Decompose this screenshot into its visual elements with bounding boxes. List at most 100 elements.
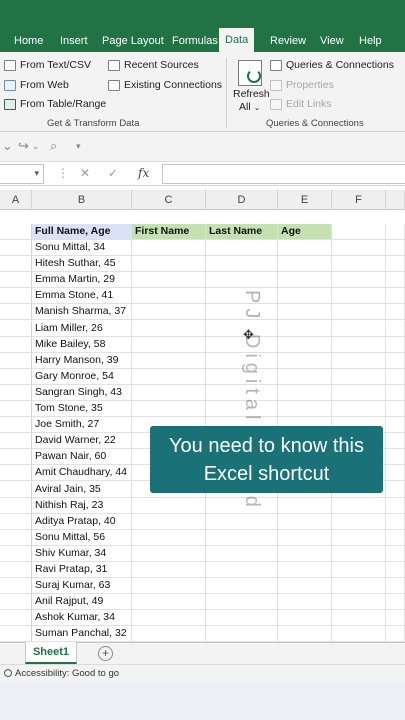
cell[interactable] xyxy=(278,578,332,595)
tab-formulas[interactable]: Formulas xyxy=(172,30,218,52)
cell[interactable] xyxy=(386,562,405,578)
name-age-cell[interactable]: Gary Monroe, 54 xyxy=(32,368,132,385)
cell[interactable] xyxy=(0,578,32,595)
cell[interactable] xyxy=(332,401,386,417)
cell[interactable] xyxy=(332,513,386,530)
cell[interactable] xyxy=(386,578,405,595)
cell[interactable] xyxy=(0,626,32,642)
cell[interactable] xyxy=(278,320,332,337)
tab-review[interactable]: Review xyxy=(270,30,306,52)
cell[interactable] xyxy=(132,497,206,514)
cell[interactable] xyxy=(332,368,386,385)
cell[interactable] xyxy=(132,562,206,578)
cell[interactable] xyxy=(332,240,386,256)
cell[interactable] xyxy=(278,304,332,321)
cell[interactable] xyxy=(386,449,405,466)
name-age-cell[interactable]: Pawan Nair, 60 xyxy=(32,449,132,466)
cell[interactable] xyxy=(332,562,386,578)
cell[interactable] xyxy=(0,497,32,514)
cell[interactable] xyxy=(206,240,278,256)
redo-icon[interactable]: ↪ xyxy=(18,138,29,154)
undo-dropdown-icon[interactable]: ⌄ xyxy=(2,138,13,154)
cell[interactable] xyxy=(206,578,278,595)
header-full-name-age[interactable]: Full Name, Age xyxy=(32,224,132,240)
cell[interactable] xyxy=(332,304,386,321)
cell[interactable] xyxy=(132,529,206,546)
cell[interactable] xyxy=(332,320,386,337)
name-age-cell[interactable]: Harry Manson, 39 xyxy=(32,352,132,369)
cell[interactable] xyxy=(278,529,332,546)
cell[interactable] xyxy=(386,256,405,273)
cell[interactable] xyxy=(386,545,405,562)
cell[interactable] xyxy=(278,384,332,401)
name-age-cell[interactable]: Tom Stone, 35 xyxy=(32,401,132,417)
cell[interactable] xyxy=(0,594,32,611)
cell[interactable] xyxy=(386,304,405,321)
name-age-cell[interactable]: Ravi Pratap, 31 xyxy=(32,562,132,578)
cell[interactable] xyxy=(206,256,278,273)
cell[interactable] xyxy=(132,256,206,273)
cell[interactable] xyxy=(132,513,206,530)
name-age-cell[interactable]: Joe Smith, 27 xyxy=(32,417,132,434)
name-age-cell[interactable]: Suman Panchal, 32 xyxy=(32,626,132,642)
insert-function-icon[interactable]: fx xyxy=(138,166,149,180)
cell[interactable] xyxy=(132,272,206,289)
cell[interactable] xyxy=(332,594,386,611)
cell[interactable] xyxy=(332,256,386,273)
cell[interactable] xyxy=(386,401,405,417)
cell[interactable] xyxy=(332,578,386,595)
name-age-cell[interactable]: Manish Sharma, 37 xyxy=(32,304,132,321)
tab-insert[interactable]: Insert xyxy=(60,30,88,52)
column-header-b[interactable]: B xyxy=(32,190,132,210)
cell[interactable] xyxy=(386,610,405,627)
cell[interactable] xyxy=(386,465,405,482)
cell[interactable] xyxy=(206,594,278,611)
cell[interactable] xyxy=(386,224,405,240)
name-age-cell[interactable]: Nithish Raj, 23 xyxy=(32,497,132,514)
cell[interactable] xyxy=(0,433,32,450)
tab-view[interactable]: View xyxy=(320,30,344,52)
header-age[interactable]: Age xyxy=(278,224,332,240)
cell[interactable] xyxy=(0,240,32,256)
cell[interactable] xyxy=(386,497,405,514)
cell[interactable] xyxy=(132,288,206,305)
name-age-cell[interactable]: Sonu Mittal, 34 xyxy=(32,240,132,256)
cell[interactable] xyxy=(278,368,332,385)
cell[interactable] xyxy=(132,594,206,611)
cell[interactable] xyxy=(0,256,32,273)
cell[interactable] xyxy=(386,626,405,642)
name-age-cell[interactable]: Suraj Kumar, 63 xyxy=(32,578,132,595)
cell[interactable] xyxy=(278,626,332,642)
existing-connections-button[interactable]: Existing Connections xyxy=(108,79,222,91)
cell[interactable] xyxy=(278,513,332,530)
cell[interactable] xyxy=(332,288,386,305)
column-header-a[interactable]: A xyxy=(0,190,32,210)
recent-sources-button[interactable]: Recent Sources xyxy=(108,59,199,71)
cell[interactable] xyxy=(386,433,405,450)
cell[interactable] xyxy=(206,272,278,289)
cell[interactable] xyxy=(386,288,405,305)
cell[interactable] xyxy=(278,336,332,353)
cell[interactable] xyxy=(0,288,32,305)
cell[interactable] xyxy=(278,610,332,627)
refresh-icon[interactable] xyxy=(238,60,262,86)
cell[interactable] xyxy=(386,594,405,611)
cell[interactable] xyxy=(0,336,32,353)
tab-home[interactable]: Home xyxy=(14,30,43,52)
cell[interactable] xyxy=(0,320,32,337)
name-age-cell[interactable]: Emma Martin, 29 xyxy=(32,272,132,289)
from-text-csv-button[interactable]: From Text/CSV xyxy=(4,59,91,71)
cell[interactable] xyxy=(278,562,332,578)
cell[interactable] xyxy=(386,368,405,385)
column-header-g[interactable] xyxy=(386,190,405,210)
cell[interactable] xyxy=(132,304,206,321)
name-age-cell[interactable]: Ashok Kumar, 34 xyxy=(32,610,132,627)
cell[interactable] xyxy=(132,610,206,627)
cell[interactable] xyxy=(0,272,32,289)
cell[interactable] xyxy=(132,368,206,385)
name-age-cell[interactable]: Hitesh Suthar, 45 xyxy=(32,256,132,273)
tab-page-layout[interactable]: Page Layout xyxy=(102,30,164,52)
refresh-all-label-1[interactable]: Refresh xyxy=(233,88,270,100)
name-age-cell[interactable]: Mike Bailey, 58 xyxy=(32,336,132,353)
cell[interactable] xyxy=(206,626,278,642)
